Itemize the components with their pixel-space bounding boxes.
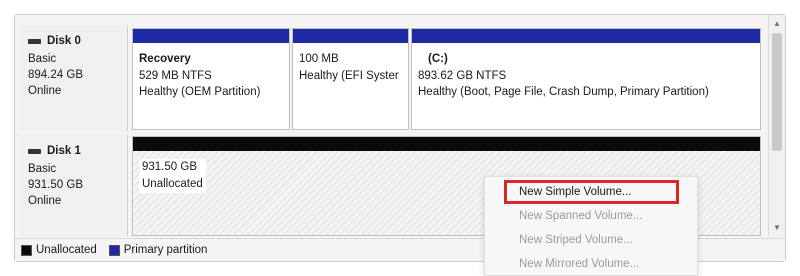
unallocated-size: 931.50 GB: [142, 161, 197, 173]
disk-1-name: Disk 1: [47, 145, 81, 157]
legend-label-primary: Primary partition: [123, 244, 208, 256]
context-menu: New Simple Volume... New Spanned Volume.…: [484, 176, 698, 276]
partition-size: 100 MB: [299, 53, 339, 65]
partition-status: Healthy (OEM Partition): [139, 86, 261, 98]
disk-0-size: 894.24 GB: [28, 69, 83, 81]
disk-1-type: Basic: [28, 163, 57, 175]
disk-icon: [28, 148, 41, 154]
unallocated-bar: [133, 137, 760, 151]
partition-recovery-text: Recovery 529 MB NTFS Healthy (OEM Partit…: [139, 51, 260, 101]
partition-efi[interactable]: 100 MB Healthy (EFI Syster: [292, 28, 409, 130]
partition-size: 529 MB NTFS: [139, 69, 212, 82]
menu-item-new-mirrored-volume[interactable]: New Mirrored Volume...: [485, 253, 697, 271]
legend-swatch-primary: [108, 244, 120, 256]
partition-name: (C:): [428, 53, 448, 65]
scroll-up-icon[interactable]: ▲: [769, 17, 785, 31]
primary-partition-bar: [133, 29, 289, 43]
legend-label-unallocated: Unallocated: [36, 244, 97, 256]
partition-recovery[interactable]: Recovery 529 MB NTFS Healthy (OEM Partit…: [132, 28, 290, 130]
scroll-thumb[interactable]: [772, 33, 782, 151]
disk-1-status: Online: [28, 195, 62, 207]
partition-status: Healthy (EFI Syster: [299, 69, 399, 82]
partition-size: 893.62 GB NTFS: [418, 69, 507, 82]
menu-item-new-spanned-volume[interactable]: New Spanned Volume...: [485, 205, 697, 227]
partition-name: Recovery: [139, 53, 191, 65]
disk-1-size: 931.50 GB: [28, 179, 83, 191]
disk-0-type: Basic: [28, 53, 57, 65]
disk-0-title: Disk 0: [28, 35, 127, 47]
disk-0-status: Online: [28, 85, 62, 97]
unallocated-text: 931.50 GB Unallocated: [139, 159, 206, 193]
disk-0-name: Disk 0: [47, 35, 81, 47]
disk-1-info[interactable]: Disk 1 Basic 931.50 GB Online: [20, 135, 128, 237]
legend-item-primary: Primary partition: [108, 244, 208, 256]
vertical-scrollbar[interactable]: ▲ ▼: [768, 15, 785, 237]
scroll-down-icon[interactable]: ▼: [769, 221, 785, 235]
partition-c-text: (C:) 893.62 GB NTFS Healthy (Boot, Page …: [418, 51, 709, 101]
partition-status: Healthy (Boot, Page File, Crash Dump, Pr…: [418, 86, 709, 98]
primary-partition-bar: [412, 29, 760, 43]
disk-1-title: Disk 1: [28, 145, 127, 157]
menu-item-new-simple-volume[interactable]: New Simple Volume...: [485, 181, 697, 203]
disk-0-info[interactable]: Disk 0 Basic 894.24 GB Online: [20, 25, 128, 131]
disk-icon: [28, 38, 41, 44]
legend-swatch-unallocated: [21, 244, 32, 256]
legend-item-unallocated: Unallocated: [21, 244, 97, 256]
partition-c[interactable]: (C:) 893.62 GB NTFS Healthy (Boot, Page …: [411, 28, 761, 130]
menu-item-new-striped-volume[interactable]: New Striped Volume...: [485, 229, 697, 251]
primary-partition-bar: [293, 29, 408, 43]
partition-efi-text: 100 MB Healthy (EFI Syster: [299, 51, 408, 84]
unallocated-label: Unallocated: [142, 178, 203, 190]
